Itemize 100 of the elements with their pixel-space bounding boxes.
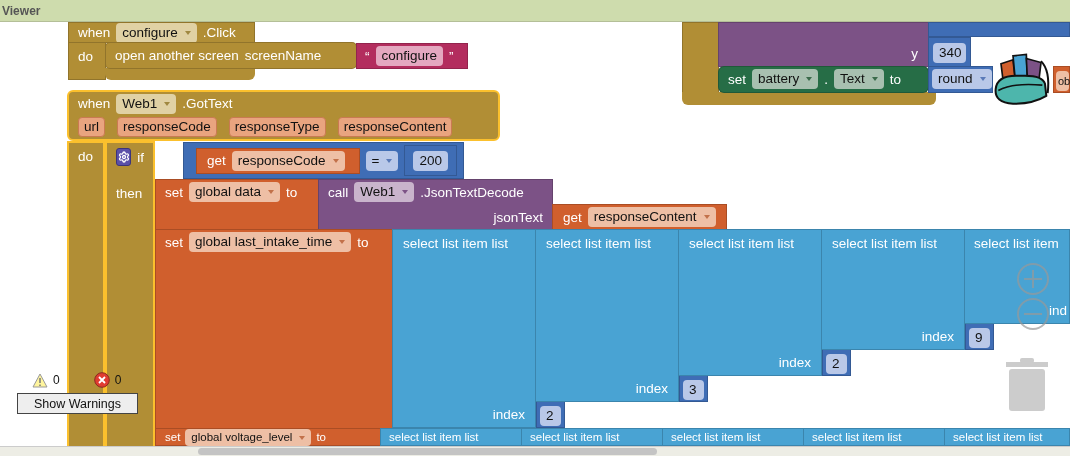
block-label: to	[286, 184, 298, 200]
string-value[interactable]: configure	[375, 46, 444, 66]
caret-icon	[164, 101, 171, 106]
block-label: y	[911, 45, 918, 61]
get-block[interactable]: get responseCode	[196, 147, 360, 174]
dropdown-field[interactable]: Text	[834, 69, 884, 89]
math-block[interactable]	[928, 22, 1070, 37]
block-label: set	[165, 184, 183, 200]
event-block[interactable]: when configure .Click	[68, 22, 255, 43]
parameter-name[interactable]: responseContent	[337, 117, 453, 138]
set-variable-block[interactable]: set global last_intake_time to	[155, 229, 393, 429]
block-label: set	[165, 234, 183, 250]
block-label: set	[728, 71, 746, 87]
block-label: when	[78, 25, 111, 40]
block-label: select list item list	[403, 235, 509, 251]
number-field[interactable]: 9	[969, 328, 990, 348]
block-label: open another screen	[115, 47, 239, 63]
block-label: index	[492, 406, 525, 422]
block-label: then	[116, 185, 143, 201]
block-label: jsonText	[493, 209, 543, 225]
number-field[interactable]: 2	[540, 406, 561, 426]
block-label: select list item list	[812, 430, 902, 444]
number-field[interactable]: 200	[413, 150, 448, 171]
panel-title: Viewer	[2, 3, 41, 18]
number-field[interactable]: 340	[933, 43, 966, 63]
block-label: select list item list	[671, 430, 761, 444]
block-label: select list item list	[953, 430, 1043, 444]
number-block[interactable]: 340	[928, 37, 971, 67]
block-label: select list item	[974, 235, 1059, 251]
zoom-out-icon[interactable]	[1016, 297, 1050, 331]
caret-icon	[979, 77, 986, 81]
block-label: when	[78, 96, 111, 112]
text-block[interactable]: “ configure ”	[356, 43, 468, 69]
compare-block[interactable]: get responseCode = 200	[183, 142, 464, 179]
block-label: call	[328, 184, 349, 200]
block-label: set	[165, 431, 181, 444]
block-label: if	[137, 149, 144, 165]
dropdown-field[interactable]: global last_intake_time	[189, 232, 352, 252]
block-label: index	[921, 328, 954, 344]
error-icon	[93, 372, 110, 388]
caret-icon	[184, 30, 191, 35]
number-block[interactable]: 200	[404, 145, 457, 176]
dropdown-field[interactable]: configure	[116, 22, 197, 43]
parameter-name[interactable]: responseCode	[117, 117, 217, 138]
block-label: get	[563, 209, 582, 225]
warning-icon	[32, 372, 48, 388]
number-block[interactable]: 2	[822, 349, 851, 376]
parameter-name[interactable]: url	[78, 117, 105, 138]
show-warnings-button[interactable]: Show Warnings	[17, 393, 138, 414]
dropdown-field[interactable]: global data	[189, 182, 281, 202]
set-property-block[interactable]: set battery . Text to	[718, 66, 929, 93]
number-block[interactable]: 9	[965, 323, 994, 350]
caret-icon	[332, 158, 339, 163]
caret-icon	[871, 77, 878, 81]
block-label: do	[78, 148, 94, 164]
block-label: .	[824, 71, 829, 87]
block-label: to	[316, 431, 326, 444]
horizontal-scrollbar[interactable]	[198, 448, 657, 455]
number-field[interactable]: 3	[683, 380, 704, 400]
caret-icon	[386, 158, 393, 163]
trash-icon[interactable]	[1006, 358, 1050, 412]
gear-icon[interactable]	[116, 148, 132, 166]
block-label: screenName	[244, 47, 322, 63]
caret-icon	[806, 77, 813, 81]
block-label: select list item list	[832, 235, 938, 251]
event-block[interactable]: when Web1 .GotText url responseCode responseType responseContent	[67, 90, 500, 141]
caret-icon	[402, 190, 409, 194]
dropdown-field[interactable]: Web1	[116, 93, 177, 114]
block-label: to	[357, 234, 369, 250]
block-label: select list item list	[389, 430, 479, 444]
caret-icon	[339, 240, 346, 244]
dropdown-field[interactable]: battery	[752, 69, 819, 89]
block-label: index	[778, 354, 811, 370]
set-variable-block[interactable]: set global data to	[155, 179, 319, 230]
parameter-name[interactable]: responseType	[228, 117, 326, 138]
number-block[interactable]: 3	[679, 375, 708, 402]
block-label: to	[889, 71, 902, 87]
event-body[interactable]	[682, 22, 719, 93]
number-field[interactable]: 2	[826, 354, 847, 374]
call-block[interactable]: y	[718, 22, 929, 67]
get-block[interactable]: get responseContent	[552, 204, 727, 230]
block-label: index	[635, 380, 668, 396]
block-label: do	[78, 48, 94, 64]
set-variable-block[interactable]: set global voltage_level to	[155, 428, 381, 446]
block-label: .Click	[202, 25, 236, 40]
block-label: select list item list	[546, 235, 652, 251]
block-label: select list item list	[689, 235, 795, 251]
block-label: select list item list	[530, 430, 620, 444]
caret-icon	[268, 190, 275, 194]
dropdown-field[interactable]: =	[365, 150, 399, 171]
warning-count: 0	[53, 373, 60, 387]
block-label: .JsonTextDecode	[420, 184, 524, 200]
dropdown-field[interactable]: responseContent	[587, 207, 716, 227]
dropdown-field[interactable]: Web1	[354, 182, 415, 202]
dropdown-field[interactable]: responseCode	[231, 150, 345, 171]
dropdown-field[interactable]: global voltage_level	[185, 429, 312, 446]
caret-icon	[703, 215, 710, 219]
caret-icon	[299, 435, 306, 440]
block-label: “	[365, 48, 370, 64]
number-block[interactable]: 2	[536, 401, 565, 428]
